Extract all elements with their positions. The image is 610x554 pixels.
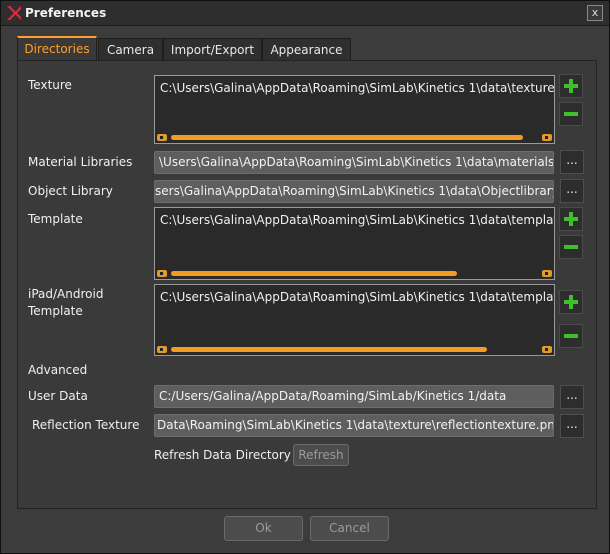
texture-path-list[interactable]: C:\Users\Galina\AppData\Roaming\SimLab\K… — [154, 75, 555, 144]
reflection-texture-field[interactable]: Data\Roaming\SimLab\Kinetics 1\data\text… — [154, 414, 554, 437]
scroll-thumb[interactable] — [171, 347, 487, 352]
minus-icon — [564, 334, 578, 338]
reflection-texture-value: Data\Roaming\SimLab\Kinetics 1\data\text… — [157, 418, 554, 432]
tab-camera[interactable]: Camera — [98, 38, 163, 61]
scroll-left-icon[interactable] — [157, 346, 167, 353]
scroll-left-icon[interactable] — [157, 270, 167, 277]
app-logo-icon — [7, 6, 21, 20]
remove-ipad-template-button[interactable] — [559, 324, 583, 348]
object-library-label: Object Library — [28, 184, 113, 198]
reflection-texture-label: Reflection Texture — [32, 418, 140, 432]
browse-object-library-button[interactable]: ... — [560, 179, 584, 203]
scroll-left-icon[interactable] — [157, 134, 167, 141]
refresh-data-directory-label: Refresh Data Directory — [154, 448, 291, 462]
material-libraries-label: Material Libraries — [28, 155, 133, 169]
window-title: Preferences — [25, 6, 107, 20]
tab-directories[interactable]: Directories — [17, 36, 97, 62]
scroll-thumb[interactable] — [171, 271, 457, 276]
object-library-value: sers\Galina\AppData\Roaming\SimLab\Kinet… — [155, 184, 554, 198]
browse-material-libraries-button[interactable]: ... — [560, 150, 584, 174]
remove-texture-button[interactable] — [559, 102, 583, 126]
refresh-button[interactable]: Refresh — [293, 444, 349, 466]
texture-hscrollbar[interactable] — [157, 134, 552, 141]
preferences-window: Preferences x Directories Camera Import/… — [0, 0, 610, 554]
ipad-template-path-item[interactable]: C:\Users\Galina\AppData\Roaming\SimLab\K… — [160, 290, 554, 304]
object-library-field[interactable]: sers\Galina\AppData\Roaming\SimLab\Kinet… — [154, 180, 554, 203]
user-data-label: User Data — [28, 389, 88, 403]
material-libraries-value: \Users\Galina\AppData\Roaming\SimLab\Kin… — [159, 155, 554, 169]
title-bar: Preferences x — [1, 1, 609, 26]
plus-icon — [564, 79, 578, 93]
close-button[interactable]: x — [587, 5, 603, 21]
template-label: Template — [28, 212, 83, 226]
template-path-list[interactable]: C:\Users\Galina\AppData\Roaming\SimLab\K… — [154, 207, 555, 280]
ipad-template-label-line2: Template — [28, 304, 83, 318]
tab-import-export[interactable]: Import/Export — [163, 38, 262, 61]
cancel-button[interactable]: Cancel — [310, 516, 389, 541]
remove-template-button[interactable] — [559, 235, 583, 259]
scroll-right-icon[interactable] — [542, 346, 552, 353]
texture-path-item[interactable]: C:\Users\Galina\AppData\Roaming\SimLab\K… — [160, 81, 554, 95]
user-data-value: C:/Users/Galina/AppData/Roaming/SimLab/K… — [159, 389, 507, 403]
advanced-heading: Advanced — [28, 363, 88, 377]
minus-icon — [564, 245, 578, 249]
scroll-right-icon[interactable] — [542, 270, 552, 277]
template-path-item[interactable]: C:\Users\Galina\AppData\Roaming\SimLab\K… — [160, 213, 554, 227]
ipad-template-path-list[interactable]: C:\Users\Galina\AppData\Roaming\SimLab\K… — [154, 284, 555, 356]
ipad-template-label-line1: iPad/Android — [28, 287, 104, 301]
scroll-thumb[interactable] — [171, 135, 523, 140]
add-template-button[interactable] — [559, 207, 583, 231]
material-libraries-field[interactable]: \Users\Galina\AppData\Roaming\SimLab\Kin… — [154, 151, 554, 174]
browse-user-data-button[interactable]: ... — [560, 385, 584, 409]
browse-reflection-texture-button[interactable]: ... — [560, 414, 584, 438]
minus-icon — [564, 112, 578, 116]
ipad-template-hscrollbar[interactable] — [157, 346, 552, 353]
add-ipad-template-button[interactable] — [559, 290, 583, 314]
user-data-field[interactable]: C:/Users/Galina/AppData/Roaming/SimLab/K… — [154, 385, 554, 408]
plus-icon — [564, 212, 578, 226]
tab-appearance[interactable]: Appearance — [262, 38, 351, 61]
add-texture-button[interactable] — [559, 74, 583, 98]
scroll-right-icon[interactable] — [542, 134, 552, 141]
template-hscrollbar[interactable] — [157, 270, 552, 277]
plus-icon — [564, 295, 578, 309]
ok-button[interactable]: Ok — [224, 516, 303, 541]
texture-label: Texture — [28, 78, 72, 92]
